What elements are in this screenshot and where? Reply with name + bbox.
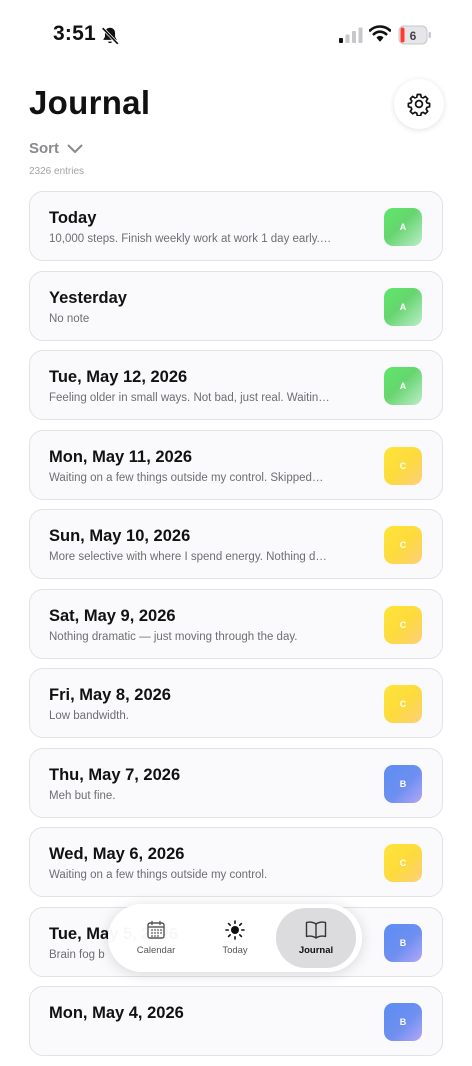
sun-icon — [225, 920, 245, 940]
entry-date: Tue, May 12, 2026 — [49, 368, 188, 386]
entry-card[interactable]: Yesterday No note A — [29, 270, 443, 341]
grade-badge: C — [384, 605, 422, 644]
entry-date: Yesterday — [49, 288, 127, 307]
grade-badge: C — [384, 844, 422, 882]
entry-date: Wed, May 6, 2026 — [49, 845, 185, 863]
status-time: 3:51 — [53, 22, 96, 45]
entry-note: Low bandwidth. — [49, 710, 129, 722]
tab-calendar[interactable]: Calendar — [116, 908, 196, 968]
entry-date: Mon, May 11, 2026 — [49, 447, 193, 466]
entry-card[interactable]: Today 10,000 steps. Finish weekly work at… — [29, 191, 443, 261]
battery-icon: 6 — [398, 25, 431, 45]
cellular-signal-icon — [339, 27, 363, 43]
entry-card[interactable]: Sun, May 10, 2026 More selective with whe… — [29, 509, 443, 579]
entry-note: 10,000 steps. Finish weekly work at work… — [49, 233, 332, 245]
tab-label: Today — [222, 945, 248, 956]
tab-label: Journal — [298, 945, 334, 956]
entry-card[interactable]: Mon, May 11, 2026 Waiting on a few things… — [29, 429, 443, 500]
entry-count: 2326 entries — [29, 166, 85, 177]
sort-dropdown[interactable]: Sort — [29, 140, 83, 157]
entry-card[interactable]: Tue, May 12, 2026 Feeling older in small … — [29, 350, 443, 420]
wifi-icon — [369, 25, 391, 42]
entry-card[interactable]: Mon, May 4, 2026 B — [29, 986, 443, 1056]
battery-level: 6 — [410, 29, 417, 43]
entry-date: Sun, May 10, 2026 — [49, 527, 191, 545]
entry-date: Fri, May 8, 2026 — [49, 686, 171, 704]
entry-card[interactable]: Wed, May 6, 2026 Waiting on a few things … — [29, 827, 443, 897]
grade-badge: B — [384, 764, 422, 803]
entry-note: No note — [49, 312, 90, 325]
bell-slash-icon — [101, 27, 119, 45]
status-bar: 3:51 6 — [0, 0, 472, 70]
grade-badge: A — [384, 367, 422, 405]
grade-badge: A — [384, 287, 422, 326]
entry-note: Waiting on a few things outside my contr… — [49, 869, 268, 881]
tab-label: Calendar — [136, 945, 176, 956]
entry-date: Today — [49, 209, 97, 227]
grade-badge: C — [384, 526, 422, 564]
calendar-icon — [147, 920, 165, 939]
grade-badge: B — [384, 1003, 422, 1041]
tab-journal[interactable]: Journal — [276, 908, 356, 968]
grade-badge: B — [384, 923, 422, 962]
entry-card[interactable]: Sat, May 9, 2026 Nothing dramatic — just … — [29, 588, 443, 659]
settings-button[interactable] — [394, 79, 444, 129]
entry-date: Mon, May 4, 2026 — [49, 1004, 184, 1022]
gear-icon — [407, 93, 431, 116]
entry-note: Waiting on a few things outside my contr… — [49, 471, 324, 484]
tab-bar: Calendar Today Journal — [108, 904, 362, 972]
grade-badge: C — [384, 685, 422, 723]
sort-label: Sort — [29, 140, 59, 157]
entry-card[interactable]: Thu, May 7, 2026 Meh but fine. B — [29, 747, 443, 818]
entry-note: Feeling older in small ways. Not bad, ju… — [49, 392, 330, 404]
entry-date: Thu, May 7, 2026 — [49, 765, 181, 784]
entry-note: Nothing dramatic — just moving through t… — [49, 630, 298, 643]
grade-badge: A — [384, 208, 422, 246]
chevron-down-icon — [67, 144, 83, 153]
tab-today[interactable]: Today — [195, 908, 275, 968]
entry-note: More selective with where I spend energy… — [49, 551, 327, 563]
entry-note: Meh but fine. — [49, 789, 116, 802]
entry-card[interactable]: Fri, May 8, 2026 Low bandwidth. C — [29, 668, 443, 738]
page-title: Journal — [29, 84, 151, 121]
entry-date: Sat, May 9, 2026 — [49, 606, 176, 625]
book-icon — [305, 921, 327, 939]
grade-badge: C — [384, 446, 422, 485]
